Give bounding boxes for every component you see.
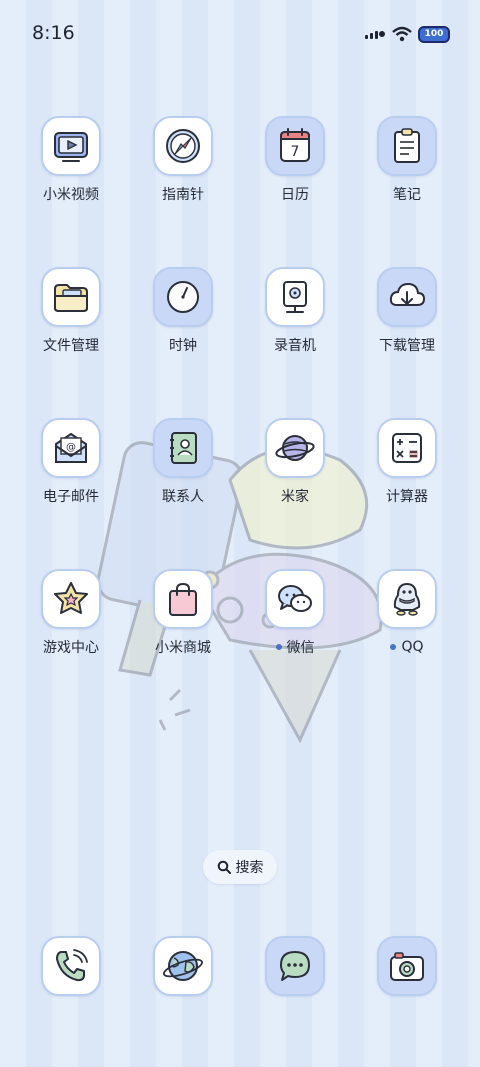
app-tile[interactable] <box>265 418 325 478</box>
contacts-icon <box>170 432 197 464</box>
wifi-icon <box>392 26 412 42</box>
app-label: 米家 <box>281 489 309 505</box>
status-bar: 8:16 100 <box>0 0 480 66</box>
app-label: 文件管理 <box>43 338 99 354</box>
battery-icon: 100 <box>418 25 450 43</box>
app-tile[interactable] <box>153 267 213 327</box>
svg-text:7: 7 <box>291 144 300 160</box>
app-tile[interactable] <box>41 267 101 327</box>
app-tile[interactable] <box>377 116 437 176</box>
new-badge-dot <box>275 644 282 650</box>
recorder-icon <box>283 281 307 313</box>
mail-icon: @ <box>55 432 87 463</box>
status-time: 8:16 <box>32 22 75 44</box>
app-tile[interactable] <box>265 267 325 327</box>
app-tile[interactable] <box>377 936 437 996</box>
app-label: 小米商城 <box>155 640 211 656</box>
app-grid: 小米视频 指南针 7 日历 笔记 文件管理 时钟 录音机 下载管理 @ 电子邮件… <box>15 116 465 656</box>
app-tile[interactable] <box>41 936 101 996</box>
app-recorder[interactable]: 录音机 <box>239 267 351 354</box>
app-tile[interactable] <box>265 569 325 629</box>
dock-camera[interactable] <box>351 936 463 996</box>
dock-phone[interactable] <box>15 936 127 996</box>
app-label: 微信 <box>275 638 315 656</box>
new-badge-dot <box>390 644 397 650</box>
search-button[interactable]: 搜索 <box>203 850 277 884</box>
app-mi-store[interactable]: 小米商城 <box>127 569 239 656</box>
app-tile[interactable] <box>153 418 213 478</box>
qq-penguin-icon <box>393 582 421 616</box>
signal-icon <box>365 31 385 39</box>
app-label: QQ <box>390 638 424 656</box>
app-tile[interactable]: 7 <box>265 116 325 176</box>
app-tile[interactable] <box>377 267 437 327</box>
star-icon <box>54 582 88 614</box>
app-download-manager[interactable]: 下载管理 <box>351 267 463 354</box>
notes-icon <box>394 128 420 163</box>
app-tile[interactable] <box>41 569 101 629</box>
svg-text:@: @ <box>66 442 76 453</box>
app-tile[interactable] <box>153 116 213 176</box>
app-tile[interactable] <box>265 936 325 996</box>
app-label: 联系人 <box>162 489 204 505</box>
status-icons: 100 <box>364 24 450 44</box>
app-label: 笔记 <box>393 187 421 203</box>
planet-icon <box>275 435 315 461</box>
app-label: 时钟 <box>169 338 197 354</box>
app-label: 下载管理 <box>379 338 435 354</box>
app-tile[interactable] <box>153 569 213 629</box>
app-mijia[interactable]: 米家 <box>239 418 351 505</box>
app-tile[interactable]: @ <box>41 418 101 478</box>
phone-icon <box>56 949 88 982</box>
search-label: 搜索 <box>235 860 264 876</box>
browser-globe-icon <box>162 951 204 981</box>
compass-icon <box>166 129 200 163</box>
app-label: 指南针 <box>162 187 204 203</box>
app-tile[interactable] <box>377 569 437 629</box>
app-game-center[interactable]: 游戏中心 <box>15 569 127 656</box>
search-icon <box>217 860 231 874</box>
app-tile[interactable] <box>377 418 437 478</box>
shopping-bag-icon <box>169 582 197 616</box>
app-label: 小米视频 <box>43 187 99 203</box>
wechat-icon <box>278 585 312 612</box>
app-label: 游戏中心 <box>43 640 99 656</box>
app-label: 计算器 <box>386 489 428 505</box>
app-calendar[interactable]: 7 日历 <box>239 116 351 203</box>
calendar-icon: 7 <box>280 128 310 162</box>
dock <box>15 936 465 996</box>
dock-messages[interactable] <box>239 936 351 996</box>
folder-icon <box>54 284 88 312</box>
app-mi-video[interactable]: 小米视频 <box>15 116 127 203</box>
app-email[interactable]: @ 电子邮件 <box>15 418 127 505</box>
app-tile[interactable] <box>41 116 101 176</box>
app-label: 电子邮件 <box>43 489 99 505</box>
dock-browser[interactable] <box>127 936 239 996</box>
app-label: 日历 <box>281 187 309 203</box>
app-wechat[interactable]: 微信 <box>239 569 351 656</box>
app-tile[interactable] <box>153 936 213 996</box>
app-label: 录音机 <box>274 338 316 354</box>
app-qq[interactable]: QQ <box>351 569 463 656</box>
download-icon <box>389 282 426 306</box>
app-calculator[interactable]: 计算器 <box>351 418 463 505</box>
app-contacts[interactable]: 联系人 <box>127 418 239 505</box>
calculator-icon <box>392 433 422 463</box>
app-notes[interactable]: 笔记 <box>351 116 463 203</box>
video-icon <box>54 132 88 162</box>
app-compass[interactable]: 指南针 <box>127 116 239 203</box>
app-clock[interactable]: 时钟 <box>127 267 239 354</box>
clock-icon <box>167 281 199 313</box>
messages-icon <box>280 951 310 981</box>
camera-icon <box>390 952 424 981</box>
app-file-manager[interactable]: 文件管理 <box>15 267 127 354</box>
